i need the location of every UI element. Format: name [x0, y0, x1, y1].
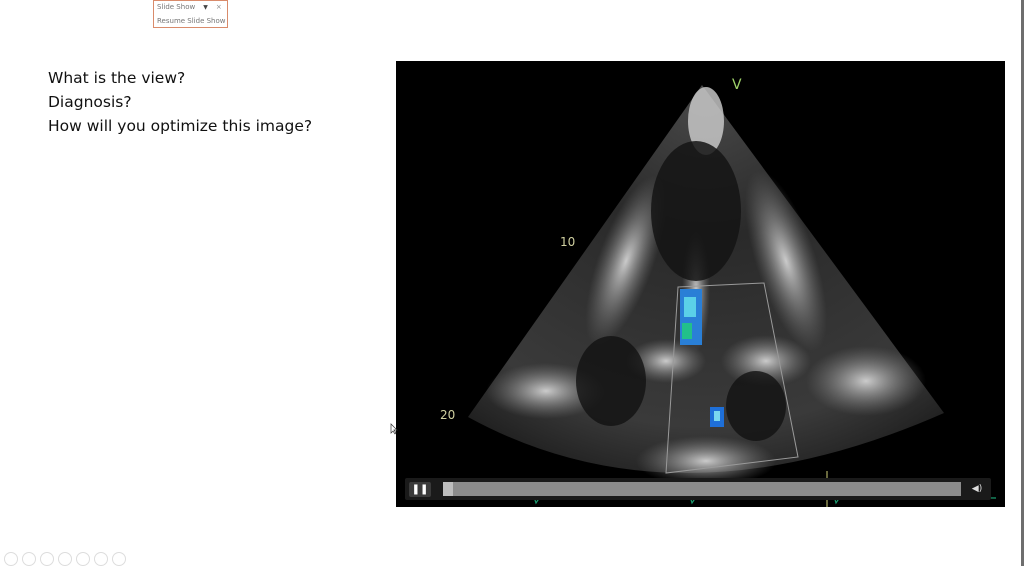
- echo-video-player[interactable]: 10 20 V ❚❚ ◀): [396, 61, 1005, 507]
- depth-label-20: 20: [440, 408, 455, 422]
- zoom-icon[interactable]: [76, 552, 90, 566]
- question-view: What is the view?: [48, 69, 186, 87]
- orientation-marker: V: [732, 77, 742, 93]
- slideshow-label: Slide Show: [157, 3, 196, 11]
- more-options-icon[interactable]: [112, 552, 126, 566]
- next-slide-icon[interactable]: [22, 552, 36, 566]
- volume-icon[interactable]: ◀): [967, 481, 987, 497]
- question-list: What is the view? Diagnosis? How will yo…: [48, 66, 312, 138]
- mouse-cursor-icon: [390, 423, 398, 435]
- question-diagnosis: Diagnosis?: [48, 93, 132, 111]
- prev-slide-icon[interactable]: [4, 552, 18, 566]
- subtitles-icon[interactable]: [94, 552, 108, 566]
- chevron-down-icon[interactable]: ▼: [203, 4, 208, 11]
- close-icon[interactable]: ×: [216, 3, 222, 11]
- slideshow-widget[interactable]: Slide Show ▼ × Resume Slide Show: [153, 0, 228, 28]
- pointer-icon[interactable]: [58, 552, 72, 566]
- slide-nav-toolbar: [4, 552, 126, 566]
- seek-progress: [443, 482, 454, 496]
- echo-image: 10 20 V: [415, 77, 997, 507]
- question-optimize: How will you optimize this image?: [48, 117, 313, 135]
- pen-icon[interactable]: [40, 552, 54, 566]
- resume-slideshow-button[interactable]: Resume Slide Show: [157, 17, 226, 25]
- depth-label-10: 10: [560, 235, 575, 249]
- pause-icon[interactable]: ❚❚: [409, 482, 431, 497]
- video-controls: ❚❚ ◀): [405, 478, 991, 500]
- seek-bar[interactable]: [443, 482, 961, 496]
